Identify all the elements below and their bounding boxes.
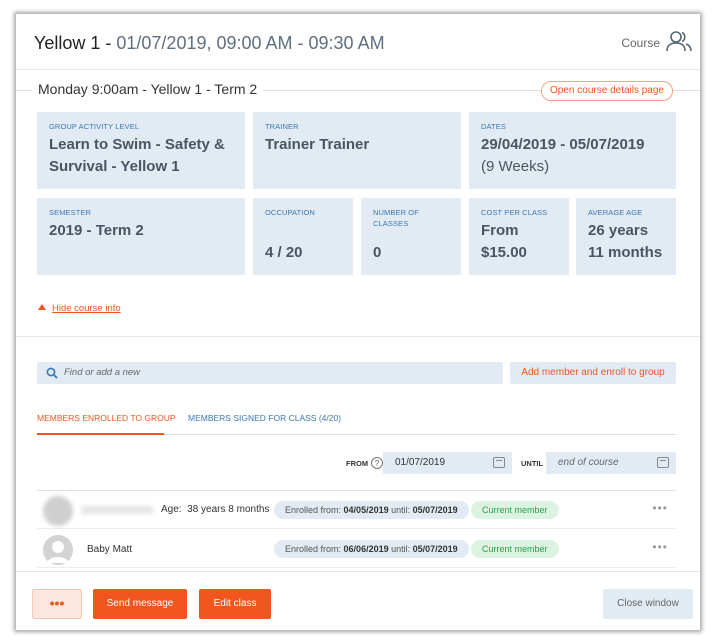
group-level-line2: Survival - Yellow 1: [49, 158, 180, 175]
group-activity-level-card: Group activity level Learn to Swim - Saf…: [37, 112, 245, 189]
dates-range: 29/04/2019 - 05/07/2019: [481, 136, 645, 153]
member-age: Age: 38 years 8 months: [161, 504, 269, 515]
until-date-placeholder: end of course: [558, 457, 619, 468]
active-tab-indicator: [37, 433, 164, 435]
age-value: 38 years 8 months: [187, 504, 270, 515]
hide-info-label: Hide course info: [52, 303, 121, 314]
enrolled-from: 06/06/2019: [343, 544, 389, 554]
card-label: Trainer: [265, 122, 299, 131]
member-name[interactable]: Baby Matt: [87, 544, 132, 555]
open-course-details-button[interactable]: Open course details page: [541, 81, 673, 101]
enrolled-prefix: Enrolled from:: [285, 544, 342, 554]
divider: [16, 336, 700, 337]
enrolled-prefix: Enrolled from:: [285, 505, 342, 515]
modal-footer: ••• Send message Edit class Close window: [16, 571, 700, 630]
course-section-title: Monday 9:00am - Yellow 1 - Term 2: [32, 81, 264, 97]
more-options-icon[interactable]: •••: [652, 540, 668, 554]
modal-title: Yellow 1 - 01/07/2019, 09:00 AM - 09:30 …: [34, 33, 385, 54]
average-age-card: Average age 26 years 11 months: [576, 198, 676, 275]
calendar-icon[interactable]: [493, 457, 505, 468]
cost-value: From $15.00: [481, 220, 527, 264]
modal-header: Yellow 1 - 01/07/2019, 09:00 AM - 09:30 …: [16, 14, 700, 70]
avatar: [43, 535, 73, 565]
card-label: Occupation: [265, 208, 315, 217]
member-row[interactable]: Age: 38 years 8 months Enrolled from: 04…: [37, 491, 676, 529]
num-classes-value: 0: [373, 244, 382, 261]
enrolled-until: 05/07/2019: [412, 544, 458, 554]
enrollment-badge: Enrolled from: 04/05/2019 until: 05/07/2…: [274, 501, 469, 519]
label-line1: Number of: [373, 208, 419, 217]
semester-card: Semester 2019 - Term 2: [37, 198, 245, 275]
more-options-icon[interactable]: •••: [652, 501, 668, 515]
group-level-line1: Learn to Swim - Safety &: [49, 136, 225, 153]
dates-weeks: (9 Weeks): [481, 158, 550, 175]
enrolled-until: 05/07/2019: [412, 505, 458, 515]
dates-card: Dates 29/04/2019 - 05/07/2019 (9 Weeks): [469, 112, 676, 189]
more-actions-button[interactable]: •••: [32, 589, 82, 619]
cost-line1: From: [481, 222, 519, 239]
card-label: Semester: [49, 208, 92, 217]
card-label: Average age: [588, 208, 643, 217]
label-line2: classes: [373, 219, 409, 228]
from-date-value: 01/07/2019: [395, 457, 446, 468]
card-value: Learn to Swim - Safety & Survival - Yell…: [49, 134, 225, 178]
avg-age-value: 26 years 11 months: [588, 220, 662, 264]
send-message-button[interactable]: Send message: [93, 589, 187, 619]
member-search-input[interactable]: Find or add a new: [37, 362, 503, 384]
help-icon[interactable]: ?: [371, 457, 383, 469]
card-label: Cost per class: [481, 208, 548, 217]
class-details-modal: Yellow 1 - 01/07/2019, 09:00 AM - 09:30 …: [16, 14, 700, 630]
tab-members-signed[interactable]: Members signed for class (4/20): [188, 413, 341, 423]
triangle-up-icon: [38, 304, 46, 310]
until-prefix: until:: [391, 505, 411, 515]
dates-value: 29/04/2019 - 05/07/2019 (9 Weeks): [481, 134, 644, 178]
number-of-classes-card: Number of classes 0: [361, 198, 461, 275]
status-badge: Current member: [471, 540, 559, 558]
enrollment-badge: Enrolled from: 06/06/2019 until: 05/07/2…: [274, 540, 469, 558]
class-name: Yellow 1 -: [34, 33, 117, 53]
card-label: Dates: [481, 122, 506, 131]
card-label: Group activity level: [49, 122, 140, 131]
close-window-button[interactable]: Close window: [603, 589, 693, 619]
occupation-card: Occupation 4 / 20: [253, 198, 353, 275]
until-label: UNTIL: [521, 459, 544, 468]
course-label[interactable]: Course: [621, 36, 660, 50]
from-date-field[interactable]: 01/07/2019: [383, 452, 512, 474]
avg-age-line1: 26 years: [588, 222, 649, 239]
people-icon[interactable]: [666, 30, 692, 52]
from-label: FROM: [346, 459, 369, 468]
person-placeholder-icon: [43, 535, 73, 565]
cost-per-class-card: Cost per class From $15.00: [469, 198, 569, 275]
avg-age-line2: 11 months: [588, 244, 663, 261]
card-label: Number of classes: [373, 207, 419, 229]
member-row[interactable]: Baby Matt Enrolled from: 06/06/2019 unti…: [37, 530, 676, 568]
search-placeholder: Find or add a new: [64, 367, 141, 378]
hide-course-info-link[interactable]: Hide course info: [38, 303, 121, 314]
avatar: [43, 496, 73, 526]
member-name-redacted: [81, 506, 153, 514]
until-date-field[interactable]: end of course: [546, 452, 676, 474]
enrolled-from: 04/05/2019: [343, 505, 389, 515]
status-badge: Current member: [471, 501, 559, 519]
calendar-icon[interactable]: [657, 457, 669, 468]
trainer-card: Trainer Trainer Trainer: [253, 112, 461, 189]
occupation-value: 4 / 20: [265, 244, 303, 261]
until-prefix: until:: [391, 544, 411, 554]
trainer-value: Trainer Trainer: [265, 136, 370, 153]
semester-value: 2019 - Term 2: [49, 222, 144, 239]
tab-members-enrolled[interactable]: Members enrolled to group: [37, 413, 176, 423]
search-icon: [46, 367, 58, 379]
cost-line2: $15.00: [481, 244, 527, 261]
class-datetime: 01/07/2019, 09:00 AM - 09:30 AM: [116, 33, 385, 53]
age-label: Age:: [161, 504, 182, 515]
edit-class-button[interactable]: Edit class: [199, 589, 271, 619]
add-member-button[interactable]: Add member and enroll to group: [510, 362, 676, 384]
